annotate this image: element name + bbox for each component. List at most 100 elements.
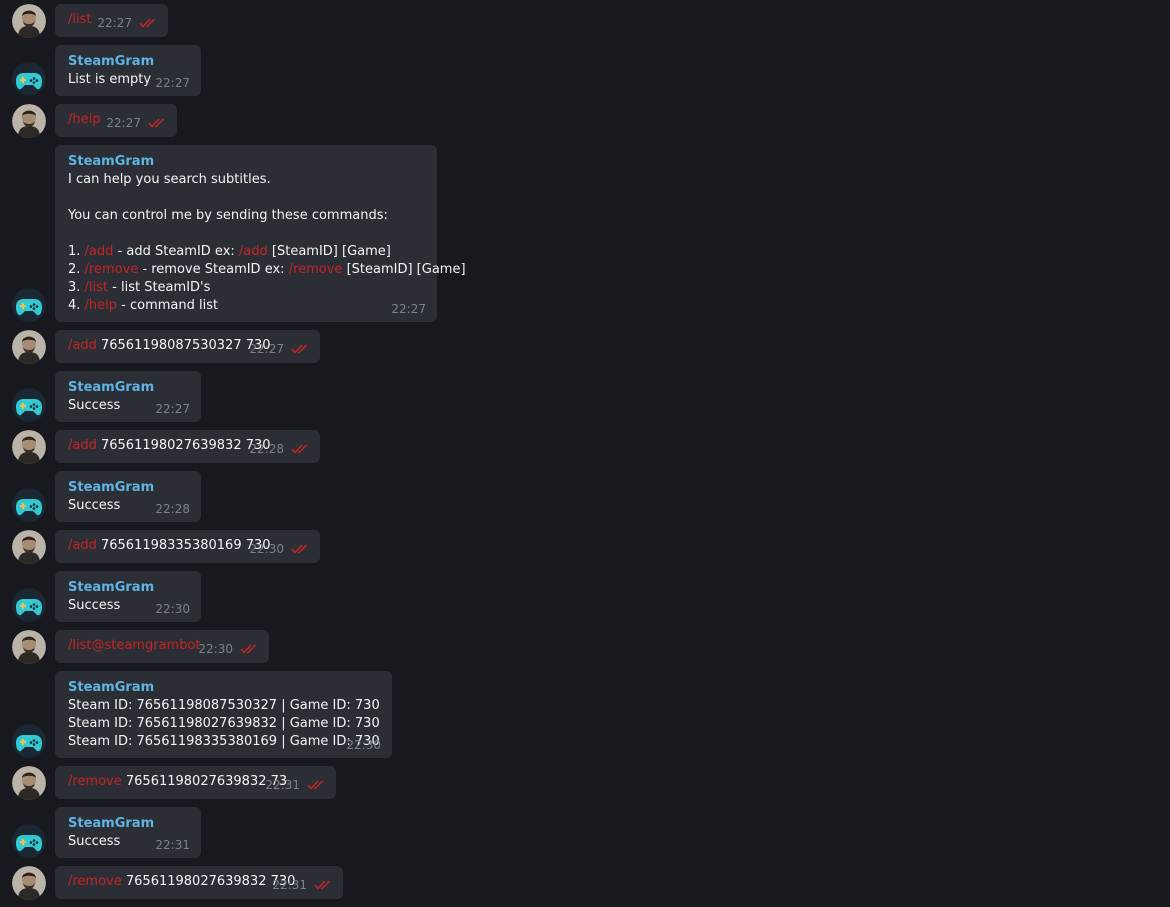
user-avatar[interactable] xyxy=(12,104,46,138)
message-text: Success xyxy=(68,398,121,413)
command-link[interactable]: /list@steamgrambot xyxy=(68,638,201,653)
message-text: - remove SteamID ex: xyxy=(138,262,289,277)
user-avatar[interactable] xyxy=(12,630,46,664)
command-link[interactable]: /add xyxy=(68,338,97,353)
user-avatar[interactable] xyxy=(12,330,46,364)
message-time: 22:28 xyxy=(155,502,190,516)
command-link[interactable]: /add xyxy=(85,244,114,259)
message-text: List is empty xyxy=(68,72,152,87)
message-line: 1. /add - add SteamID ex: /add [SteamID]… xyxy=(68,243,425,261)
bot-message[interactable]: SteamGram Success 22:30 xyxy=(55,571,201,622)
bot-avatar[interactable] xyxy=(12,288,46,322)
message-text: I can help you search subtitles. xyxy=(68,172,271,187)
message-time: 22:27 xyxy=(155,76,190,90)
message-time: 22:30 xyxy=(346,738,381,752)
message-text: - command list xyxy=(117,298,219,313)
message-text: 76561198027639832 730 xyxy=(121,874,296,889)
message-time: 22:27 xyxy=(106,116,141,130)
command-link[interactable]: /list xyxy=(68,12,91,27)
user-message[interactable]: /help 22:27 xyxy=(55,104,177,137)
message-text: 1. xyxy=(68,244,85,259)
bot-avatar[interactable] xyxy=(12,724,46,758)
user-avatar[interactable] xyxy=(12,766,46,800)
sender-name[interactable]: SteamGram xyxy=(68,815,189,833)
message-text: 76561198335380169 730 xyxy=(96,538,271,553)
user-message[interactable]: /remove 76561198027639832 730 22:31 xyxy=(55,866,343,899)
bot-avatar[interactable] xyxy=(12,824,46,858)
message-text: Success xyxy=(68,598,121,613)
user-message[interactable]: /list 22:27 xyxy=(55,4,168,37)
message-time: 22:30 xyxy=(155,602,190,616)
message-line: 2. /remove - remove SteamID ex: /remove … xyxy=(68,261,466,279)
user-message[interactable]: /add 76561198087530327 730 22:27 xyxy=(55,330,320,363)
message-time: 22:27 xyxy=(97,16,132,30)
user-avatar[interactable] xyxy=(12,866,46,900)
sender-name[interactable]: SteamGram xyxy=(68,679,380,697)
message-time: 22:30 xyxy=(249,542,284,556)
bot-message[interactable]: SteamGram Success 22:31 xyxy=(55,807,201,858)
command-link[interactable]: /remove xyxy=(85,262,139,277)
message-time: 22:27 xyxy=(391,302,426,316)
user-message[interactable]: /list@steamgrambot 22:30 xyxy=(55,630,269,663)
bot-avatar[interactable] xyxy=(12,588,46,622)
message-text: [SteamID] [Game] xyxy=(342,262,466,277)
command-link[interactable]: /add xyxy=(68,538,97,553)
command-link[interactable]: /remove xyxy=(68,874,122,889)
command-link[interactable]: /add xyxy=(68,438,97,453)
bot-avatar[interactable] xyxy=(12,62,46,96)
command-link[interactable]: /help xyxy=(68,112,100,127)
message-text: 76561198087530327 730 xyxy=(96,338,271,353)
user-message[interactable]: /add 76561198027639832 730 22:28 xyxy=(55,430,320,463)
command-link[interactable]: /remove xyxy=(289,262,343,277)
user-avatar[interactable] xyxy=(12,530,46,564)
message-time: 22:31 xyxy=(265,778,300,792)
bot-message[interactable]: SteamGram List is empty 22:27 xyxy=(55,45,201,96)
message-line xyxy=(68,225,425,243)
message-time: 22:27 xyxy=(249,342,284,356)
message-line: Steam ID: 76561198027639832 | Game ID: 7… xyxy=(68,715,380,733)
message-line: Steam ID: 76561198335380169 | Game ID: 7… xyxy=(68,733,380,751)
message-text: 76561198027639832 730 xyxy=(96,438,271,453)
sender-name[interactable]: SteamGram xyxy=(68,379,189,397)
user-avatar[interactable] xyxy=(12,4,46,38)
message-text: - list SteamID's xyxy=(108,280,211,295)
sender-name[interactable]: SteamGram xyxy=(68,579,189,597)
bot-message[interactable]: SteamGram Success 22:27 xyxy=(55,371,201,422)
message-time: 22:28 xyxy=(249,442,284,456)
message-time: 22:31 xyxy=(155,838,190,852)
message-time: 22:27 xyxy=(155,402,190,416)
message-time: 22:30 xyxy=(198,642,233,656)
command-link[interactable]: /help xyxy=(85,298,117,313)
message-time: 22:31 xyxy=(272,878,307,892)
message-line: 3. /list - list SteamID's xyxy=(68,279,425,297)
user-avatar[interactable] xyxy=(12,430,46,464)
message-text: Steam ID: 76561198027639832 | Game ID: 7… xyxy=(68,716,380,731)
message-text: You can control me by sending these comm… xyxy=(68,208,388,223)
bot-message[interactable]: SteamGram Success 22:28 xyxy=(55,471,201,522)
sender-name[interactable]: SteamGram xyxy=(68,479,189,497)
message-line: 4. /help - command list xyxy=(68,297,425,315)
message-text: 4. xyxy=(68,298,85,313)
sender-name[interactable]: SteamGram xyxy=(68,153,425,171)
command-link[interactable]: /remove xyxy=(68,774,122,789)
message-line: You can control me by sending these comm… xyxy=(68,207,425,225)
bot-avatar[interactable] xyxy=(12,388,46,422)
user-message[interactable]: /remove 76561198027639832 73 22:31 xyxy=(55,766,336,799)
message-text: 3. xyxy=(68,280,85,295)
message-text: Success xyxy=(68,834,121,849)
message-text: [SteamID] [Game] xyxy=(267,244,391,259)
message-line: I can help you search subtitles. xyxy=(68,171,425,189)
message-text: 76561198027639832 73 xyxy=(121,774,288,789)
bot-avatar[interactable] xyxy=(12,488,46,522)
command-link[interactable]: /list xyxy=(85,280,108,295)
user-message[interactable]: /add 76561198335380169 730 22:30 xyxy=(55,530,320,563)
bot-message[interactable]: SteamGram I can help you search subtitles… xyxy=(55,145,466,322)
message-text: - add SteamID ex: xyxy=(113,244,239,259)
sender-name[interactable]: SteamGram xyxy=(68,53,189,71)
message-line: Steam ID: 76561198087530327 | Game ID: 7… xyxy=(68,697,380,715)
message-text: 2. xyxy=(68,262,85,277)
command-link[interactable]: /add xyxy=(239,244,268,259)
message-line xyxy=(68,189,425,207)
message-text: Steam ID: 76561198335380169 | Game ID: 7… xyxy=(68,734,380,749)
bot-message[interactable]: SteamGram Steam ID: 76561198087530327 | G… xyxy=(55,671,392,758)
